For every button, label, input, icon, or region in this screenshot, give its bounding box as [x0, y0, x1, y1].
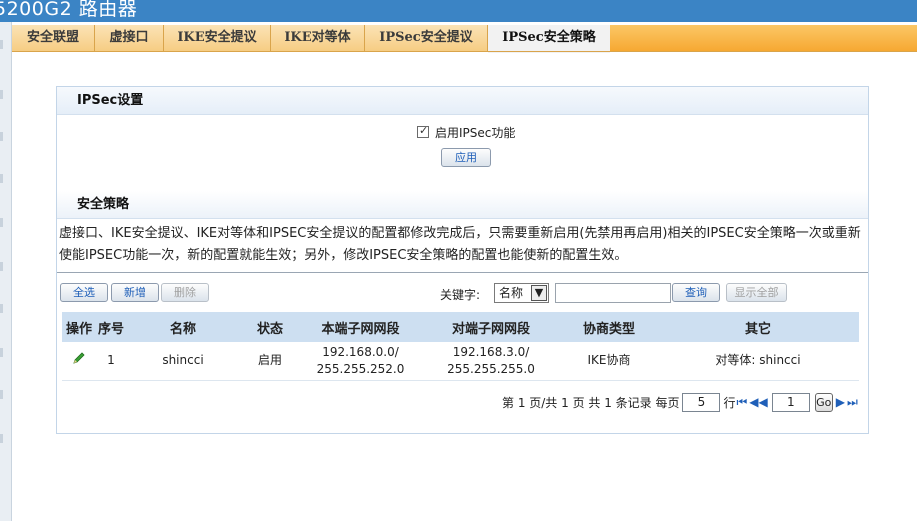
keyword-field-value: 名称: [499, 286, 524, 300]
prev-page-icon[interactable]: ◀◀: [749, 395, 767, 409]
ipsec-settings-heading: IPSec设置: [57, 87, 868, 115]
keyword-field-select[interactable]: 名称 ▼: [494, 283, 549, 303]
first-page-icon[interactable]: ⏮: [736, 395, 747, 410]
local-subnet-cell: 192.168.0.0/ 255.255.252.0: [300, 342, 421, 381]
tab-ike-peer[interactable]: IKE对等体: [271, 25, 365, 52]
tab-bar-fill: [610, 25, 917, 52]
column-header: 状态: [240, 312, 300, 342]
nav-marker: [0, 132, 3, 141]
policy-table: 操作 序号 名称 状态 本端子网网段 对端子网网段 协商类型 其它 1 shin…: [62, 312, 859, 381]
column-header: 对端子网网段: [421, 312, 561, 342]
tab-ipsec-proposal[interactable]: IPSec安全提议: [365, 25, 488, 52]
show-all-button[interactable]: 显示全部: [726, 283, 787, 302]
pagination: 第 1 页/共 1 页 共 1 条记录 每页 5 行 ⏮ ◀◀ 1 Go ▶ ⏭: [502, 392, 859, 412]
chevron-down-icon[interactable]: ▼: [531, 285, 547, 301]
name-cell: shincci: [126, 342, 240, 381]
tab-underline: [12, 51, 917, 52]
column-header: 其它: [657, 312, 859, 342]
tab-bar: 安全联盟 虚接口 IKE安全提议 IKE对等体 IPSec安全提议 IPSec安…: [12, 25, 917, 53]
next-page-icon[interactable]: ▶: [836, 395, 845, 409]
remote-ip: 192.168.3.0/: [452, 344, 530, 359]
column-header: 操作: [62, 312, 96, 342]
column-header: 序号: [96, 312, 126, 342]
column-header: 协商类型: [561, 312, 657, 342]
add-button[interactable]: 新增: [111, 283, 159, 302]
edit-cell: [62, 342, 96, 381]
table-header-row: 操作 序号 名称 状态 本端子网网段 对端子网网段 协商类型 其它: [62, 312, 859, 342]
app-title: 5200G2 路由器: [0, 0, 138, 20]
select-all-button[interactable]: 全选: [60, 283, 108, 302]
column-header: 本端子网网段: [300, 312, 421, 342]
title-bar: 5200G2 路由器: [0, 0, 917, 22]
enable-ipsec-label: 启用IPSec功能: [435, 125, 516, 140]
nav-marker: [0, 90, 3, 99]
page-number-input[interactable]: 1: [771, 392, 810, 412]
left-nav-strip: [0, 22, 12, 521]
per-page-input[interactable]: 5: [682, 392, 721, 412]
go-button[interactable]: Go: [814, 392, 833, 412]
local-mask: 255.255.252.0: [316, 361, 405, 376]
nav-marker: [0, 390, 3, 399]
query-button[interactable]: 查询: [672, 283, 720, 302]
rows-label: 行: [723, 395, 736, 410]
pencil-icon[interactable]: [72, 351, 86, 365]
status-cell: 启用: [240, 342, 300, 381]
security-policy-heading: 安全策略: [57, 191, 868, 219]
local-ip: 192.168.0.0/: [322, 344, 399, 359]
nav-marker: [0, 434, 3, 443]
ipsec-panel: IPSec设置 启用IPSec功能 应用 安全策略 虚接口、IKE安全提议、IK…: [56, 86, 869, 434]
nav-marker: [0, 218, 3, 227]
nav-marker: [0, 40, 3, 49]
tab-ike-proposal[interactable]: IKE安全提议: [164, 25, 271, 52]
apply-button[interactable]: 应用: [441, 148, 491, 167]
last-page-icon[interactable]: ⏭: [847, 395, 858, 410]
remote-mask: 255.255.255.0: [447, 361, 535, 376]
tab-security-association[interactable]: 安全联盟: [12, 25, 95, 52]
policy-notice: 虚接口、IKE安全提议、IKE对等体和IPSEC安全提议的配置都修改完成后，只需…: [59, 226, 861, 263]
keyword-input[interactable]: [555, 283, 671, 303]
column-header: 名称: [126, 312, 240, 342]
nav-marker: [0, 348, 3, 357]
nego-type-cell: IKE协商: [561, 342, 657, 381]
nav-marker: [0, 304, 3, 313]
index-cell: 1: [96, 342, 126, 381]
nav-marker: [0, 174, 3, 183]
divider: [57, 272, 868, 273]
enable-ipsec-row: 启用IPSec功能: [417, 124, 515, 140]
delete-button[interactable]: 删除: [161, 283, 209, 302]
remote-subnet-cell: 192.168.3.0/ 255.255.255.0: [421, 342, 561, 381]
pager-summary: 第 1 页/共 1 页 共 1 条记录 每页: [502, 395, 680, 410]
other-cell: 对等体: shincci: [657, 342, 859, 381]
tab-ipsec-policy[interactable]: IPSec安全策略: [488, 25, 610, 53]
keyword-label: 关键字:: [440, 288, 481, 302]
table-row: 1 shincci 启用 192.168.0.0/ 255.255.252.0 …: [62, 342, 859, 381]
tab-virtual-interface[interactable]: 虚接口: [95, 25, 164, 52]
nav-marker: [0, 262, 3, 271]
enable-ipsec-checkbox[interactable]: [417, 124, 429, 138]
